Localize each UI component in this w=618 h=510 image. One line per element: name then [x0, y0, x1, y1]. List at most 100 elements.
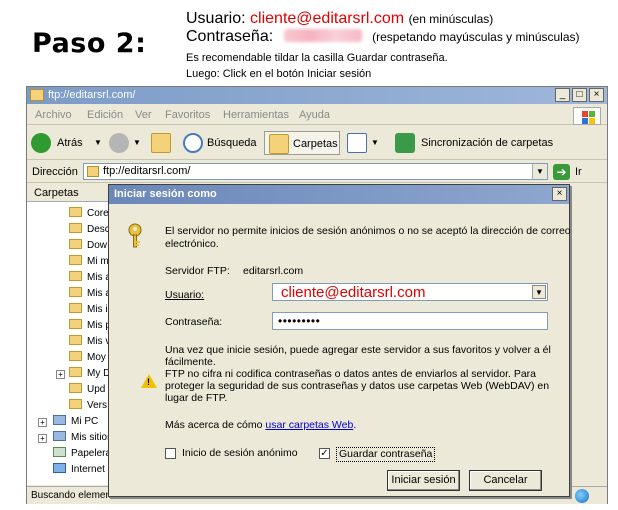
chevron-down-icon: ▼	[371, 138, 379, 147]
menu-favoritos[interactable]: Favoritos	[165, 109, 210, 121]
instruction-user: Usuario: cliente@editarsrl.com (en minús…	[186, 10, 493, 28]
tree-item[interactable]: Mi m	[69, 254, 109, 270]
back-button[interactable]: Atrás ▼	[31, 131, 107, 155]
folders-button[interactable]: Carpetas	[264, 131, 340, 155]
folders-pane: Carpetas Core Desc Dow Mi m Mis a Mis a …	[27, 184, 113, 485]
login-button[interactable]: Iniciar sesión	[387, 470, 460, 491]
chevron-down-icon[interactable]: ▼	[532, 285, 546, 299]
user-value: cliente@editarsrl.com	[281, 284, 426, 301]
folder-icon	[69, 319, 82, 329]
folder-icon	[69, 351, 82, 361]
anonymous-checkbox[interactable]	[165, 448, 176, 459]
tree-item[interactable]: Papelera	[53, 446, 111, 462]
folder-icon	[69, 239, 82, 249]
tree-item[interactable]: My D	[69, 366, 110, 382]
chevron-down-icon: ▼	[133, 138, 141, 147]
video-folder-icon	[69, 335, 82, 345]
instruction-user-label: Usuario:	[186, 10, 246, 27]
user-label: Usuario:	[165, 289, 205, 301]
info-line-1: Una vez que inicie sesión, puede agregar…	[165, 344, 551, 356]
recycle-bin-icon	[53, 447, 66, 457]
anonymous-label: Inicio de sesión anónimo	[182, 447, 298, 459]
window-title: ftp://editarsrl.com/	[48, 89, 136, 101]
tree-item[interactable]: Upd	[69, 382, 105, 398]
tree-item[interactable]: Moy	[69, 350, 106, 366]
ftp-folder-icon	[87, 166, 99, 177]
login-dialog: Iniciar sesión como × El servidor no per…	[108, 184, 571, 497]
minimize-button[interactable]: _	[555, 88, 570, 102]
search-icon	[183, 133, 203, 153]
up-folder-button[interactable]	[151, 131, 171, 155]
menu-ayuda[interactable]: Ayuda	[299, 109, 330, 121]
menu-herramientas[interactable]: Herramientas	[223, 109, 289, 121]
save-password-checkbox[interactable]: ✓	[319, 448, 330, 459]
server-label: Servidor FTP:	[165, 265, 230, 277]
expand-icon[interactable]: +	[56, 370, 65, 379]
instruction-pass-label: Contraseña:	[186, 28, 274, 45]
views-button[interactable]: ▼	[347, 131, 383, 155]
tree-item[interactable]: Vers	[69, 398, 107, 414]
go-arrow-icon[interactable]: ➔	[553, 164, 570, 180]
toolbar: Atrás ▼ ▼ Búsqueda Carpetas ▼ Sincroniza…	[27, 126, 607, 160]
server-value: editarsrl.com	[243, 265, 304, 277]
dialog-message-line-2: electrónico.	[165, 238, 219, 250]
network-icon	[53, 431, 66, 441]
window-titlebar[interactable]: ftp://editarsrl.com/ _ □ ×	[27, 87, 607, 104]
tree-item[interactable]: Mi PC	[53, 414, 98, 430]
tree-item[interactable]: Desc	[69, 222, 110, 238]
redacted-password	[283, 29, 362, 42]
close-button[interactable]: ×	[589, 88, 604, 102]
back-arrow-icon	[31, 133, 51, 153]
tree-item[interactable]: Mis a	[69, 270, 111, 286]
go-button[interactable]: Ir	[575, 166, 582, 178]
forward-button[interactable]: ▼	[109, 131, 145, 155]
warning-line-3: lugar de FTP.	[165, 392, 228, 404]
instruction-tip-2: Luego: Click en el botón Iniciar sesión	[186, 68, 372, 80]
tree-item[interactable]: Core	[69, 206, 109, 222]
folder-icon	[69, 399, 82, 409]
tree-item[interactable]: Mis p	[69, 318, 111, 334]
menu-edicion[interactable]: Edición	[87, 109, 123, 121]
tree-item[interactable]: Mis v	[69, 334, 110, 350]
password-label: Contraseña:	[165, 316, 223, 328]
folder-icon	[69, 383, 82, 393]
address-input[interactable]: ftp://editarsrl.com/ ▼	[83, 163, 548, 180]
tree-item[interactable]: Internet	[53, 462, 105, 478]
pictures-folder-icon	[69, 303, 82, 313]
tree-item[interactable]: Mis i	[69, 302, 108, 318]
status-text: Buscando elemen	[31, 490, 112, 501]
maximize-button[interactable]: □	[572, 88, 587, 102]
step-title: Paso 2:	[32, 28, 147, 59]
sync-icon	[395, 133, 415, 153]
instruction-tip-1: Es recomendable tildar la casilla Guarda…	[186, 52, 448, 64]
menu-ver[interactable]: Ver	[135, 109, 152, 121]
tree-item[interactable]: Mis sitios	[53, 430, 112, 446]
folder-icon	[69, 287, 82, 297]
save-password-label: Guardar contraseña	[336, 447, 436, 462]
address-bar: Dirección ftp://editarsrl.com/ ▼ ➔ Ir	[27, 161, 607, 183]
music-folder-icon	[69, 255, 82, 265]
dialog-message-line-1: El servidor no permite inicios de sesión…	[165, 225, 571, 237]
dialog-title: Iniciar sesión como	[114, 188, 217, 200]
sync-button[interactable]: Sincronización de carpetas	[395, 131, 565, 155]
dialog-titlebar[interactable]: Iniciar sesión como ×	[109, 185, 569, 204]
instruction-user-value: cliente@editarsrl.com	[250, 10, 405, 27]
dialog-close-button[interactable]: ×	[552, 187, 567, 201]
instruction-pass-note: (respetando mayúsculas y minúsculas)	[372, 30, 580, 44]
tree-item[interactable]: Dow	[69, 238, 107, 254]
instruction-user-note: (en minúsculas)	[408, 12, 494, 26]
menu-bar: Archivo Edición Ver Favoritos Herramient…	[27, 105, 607, 125]
user-combobox[interactable]: cliente@editarsrl.com ▼	[272, 283, 548, 301]
cancel-button[interactable]: Cancelar	[469, 470, 542, 491]
expand-icon[interactable]: +	[38, 434, 47, 443]
instruction-pass: Contraseña: (respetando mayúsculas y min…	[186, 28, 580, 46]
password-field[interactable]: •••••••••	[272, 312, 548, 330]
chevron-down-icon[interactable]: ▼	[532, 164, 547, 179]
expand-icon[interactable]: +	[38, 418, 47, 427]
folder-icon	[69, 271, 82, 281]
menu-archivo[interactable]: Archivo	[35, 109, 72, 121]
web-folders-link[interactable]: usar carpetas Web	[265, 419, 353, 431]
tree-item[interactable]: Mis a	[69, 286, 111, 302]
search-button[interactable]: Búsqueda	[183, 131, 257, 155]
folders-pane-header: Carpetas	[27, 184, 112, 202]
